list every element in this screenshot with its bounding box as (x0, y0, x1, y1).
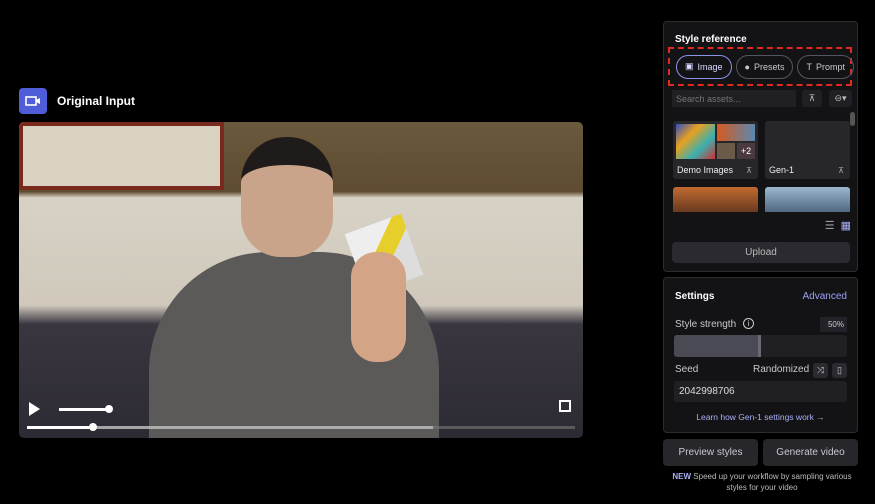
video-camera-icon (19, 88, 47, 114)
folder-label: Gen-1 (769, 165, 795, 175)
pin-icon[interactable]: ⊼ (802, 90, 822, 107)
search-assets-input[interactable] (672, 90, 796, 107)
advanced-link[interactable]: Advanced (803, 291, 847, 302)
input-header: Original Input (19, 88, 135, 114)
progress-bar (27, 426, 93, 429)
seed-label: Seed (675, 364, 699, 375)
drop-icon: ● (744, 61, 750, 72)
seed-input[interactable]: 2042998706 (674, 381, 847, 402)
volume-knob[interactable] (105, 405, 113, 413)
upload-button[interactable]: Upload (672, 242, 850, 263)
list-view-icon[interactable]: ☰ (825, 219, 835, 232)
seek-knob[interactable] (88, 423, 97, 431)
style-reference-title: Style reference (675, 34, 747, 45)
play-icon[interactable] (29, 402, 40, 416)
info-icon[interactable]: i (743, 318, 754, 329)
folder-thumb (676, 124, 715, 159)
generate-video-button[interactable]: Generate video (763, 439, 858, 466)
preview-styles-button[interactable]: Preview styles (663, 439, 758, 466)
fullscreen-icon[interactable] (559, 400, 571, 412)
folder-gen-1[interactable]: Gen-1 ⊼ (765, 121, 850, 179)
style-tabs: ▣ Image ● Presets T Prompt (668, 47, 854, 86)
image-icon: ▣ (685, 61, 694, 71)
pin-icon[interactable]: ⊼ (746, 166, 752, 175)
player-controls (19, 388, 583, 438)
style-reference-panel: Style reference ▣ Image ● Presets T Prompt … (663, 21, 858, 272)
text-icon: T (806, 61, 812, 72)
tab-presets[interactable]: ● Presets (735, 54, 794, 79)
new-badge: NEW (672, 472, 692, 481)
video-player[interactable] (19, 122, 583, 438)
new-feature-note: NEW Speed up your workflow by sampling v… (663, 471, 861, 493)
video-frame-painting (19, 122, 224, 190)
input-title: Original Input (57, 94, 135, 108)
asset-thumbnail[interactable] (765, 187, 850, 212)
tab-image[interactable]: ▣ Image (676, 54, 732, 79)
tab-label: Presets (753, 61, 785, 72)
more-options-icon[interactable]: ⊖▾ (829, 90, 852, 107)
video-frame-hand (351, 252, 406, 362)
slider-fill (674, 335, 761, 357)
tab-label: Prompt (815, 61, 845, 72)
tab-prompt[interactable]: T Prompt (797, 54, 854, 79)
video-frame-head (241, 137, 333, 257)
style-strength-label: Style strength (675, 319, 737, 330)
seek-bar[interactable] (27, 423, 575, 431)
more-count-badge: +2 (737, 143, 755, 159)
style-strength-slider[interactable] (674, 335, 847, 357)
scrollbar[interactable] (850, 112, 855, 126)
note-text: Speed up your workflow by sampling vario… (691, 472, 852, 492)
clipboard-icon[interactable]: ▯ (832, 363, 847, 378)
shuffle-icon[interactable]: ⤨ (813, 363, 828, 378)
volume-slider[interactable] (59, 405, 113, 413)
settings-title: Settings (675, 291, 715, 302)
settings-panel: Settings Advanced Style strength i 50% S… (663, 277, 858, 433)
asset-thumbnail[interactable] (673, 187, 758, 212)
tab-label: Image (697, 61, 723, 72)
folder-label: Demo Images (677, 165, 734, 175)
randomized-label: Randomized (753, 364, 810, 375)
folder-thumb (717, 124, 755, 141)
learn-settings-link[interactable]: Learn how Gen-1 settings work → (664, 412, 857, 422)
folder-thumb (717, 143, 735, 159)
style-strength-value[interactable]: 50% (820, 317, 847, 332)
grid-view-icon[interactable]: ▦ (841, 219, 851, 232)
pin-icon[interactable]: ⊼ (838, 166, 844, 175)
folder-demo-images[interactable]: +2 Demo Images ⊼ (673, 121, 758, 179)
